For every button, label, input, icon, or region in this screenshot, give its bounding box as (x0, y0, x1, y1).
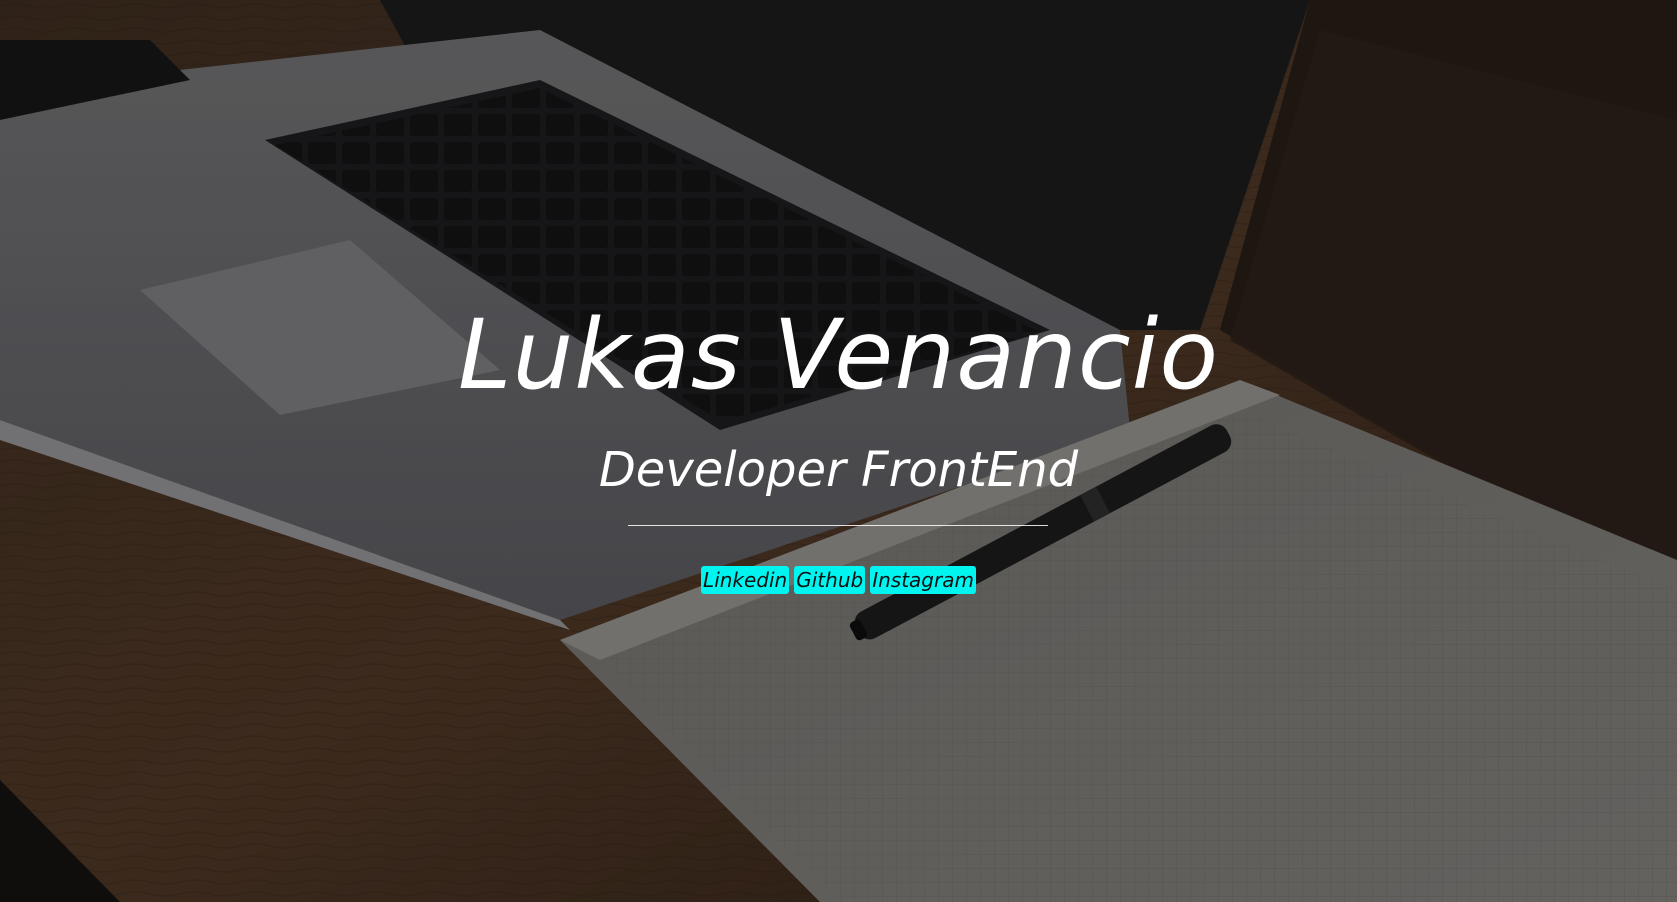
github-link[interactable]: Github (794, 566, 866, 594)
hero-divider (628, 525, 1048, 526)
hero-section: Lukas Venancio Developer FrontEnd Linked… (0, 0, 1677, 902)
linkedin-link[interactable]: Linkedin (701, 566, 790, 594)
social-links: Linkedin Github Instagram (0, 566, 1677, 594)
instagram-link[interactable]: Instagram (870, 566, 976, 594)
hero-role: Developer FrontEnd (598, 442, 1079, 498)
hero-name: Lukas Venancio (457, 299, 1220, 411)
